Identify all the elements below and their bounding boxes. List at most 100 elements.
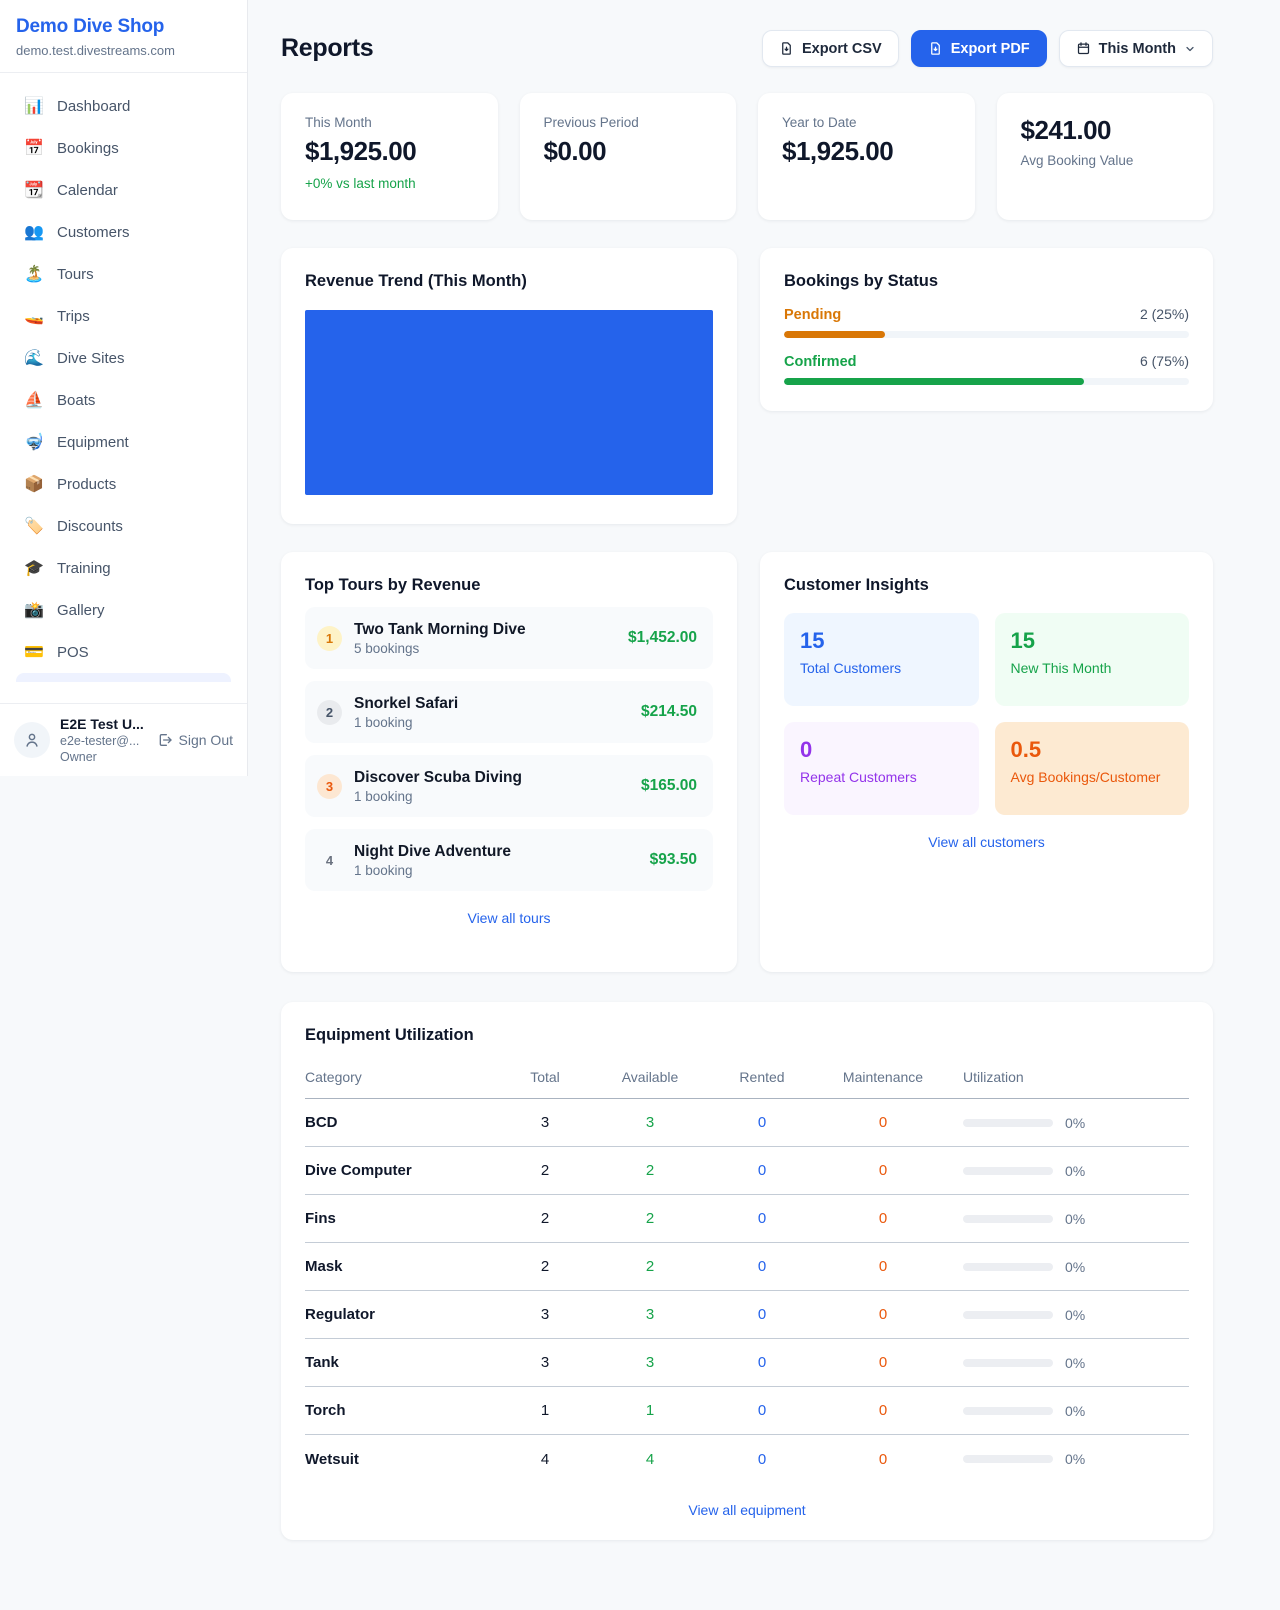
cell-category: Regulator [305,1306,499,1323]
bookings-by-status-title: Bookings by Status [784,272,1189,291]
sidebar-item-reports-partial[interactable] [16,673,231,682]
sidebar-item[interactable]: 🤿 Equipment [8,421,239,463]
sidebar-item[interactable]: 📸 Gallery [8,589,239,631]
equipment-table-header: Category Total Available Rented Maintena… [305,1061,1189,1099]
stat-value: $1,925.00 [782,136,951,167]
status-value: 2 (25%) [1140,306,1189,322]
nav-icon: 📅 [24,138,44,158]
tour-row: 2 Snorkel Safari 1 booking $214.50 [305,681,713,743]
sidebar-item-label: Dive Sites [57,350,125,367]
cell-utilization: 0% [951,1115,1189,1131]
stat-card-previous-period: Previous Period $0.00 [520,93,737,220]
cell-available: 3 [591,1306,709,1323]
cell-rented: 0 [709,1210,815,1227]
utilization-track [963,1311,1053,1319]
view-all-customers-link[interactable]: View all customers [784,834,1189,850]
col-rented: Rented [709,1069,815,1085]
sidebar-item[interactable]: 📅 Bookings [8,127,239,169]
page-header: Reports Export CSV Export PDF [281,30,1213,67]
cell-category: Torch [305,1402,499,1419]
sidebar-item[interactable]: 📦 Products [8,463,239,505]
cell-total: 2 [499,1162,591,1179]
sidebar-item[interactable]: 🏝️ Tours [8,253,239,295]
cell-total: 4 [499,1451,591,1468]
export-pdf-button[interactable]: Export PDF [911,30,1047,67]
status-row: Confirmed 6 (75%) [784,353,1189,385]
header-actions: Export CSV Export PDF This Month [762,30,1213,67]
cell-total: 3 [499,1306,591,1323]
insight-label: Total Customers [800,660,963,676]
cell-maintenance: 0 [815,1258,951,1275]
sidebar-item[interactable]: 🚤 Trips [8,295,239,337]
nav-icon: 📦 [24,474,44,494]
cell-maintenance: 0 [815,1451,951,1468]
revenue-trend-bar [305,310,713,495]
utilization-percent: 0% [1065,1451,1085,1467]
period-dropdown[interactable]: This Month [1059,30,1213,67]
sidebar-item-label: Equipment [57,434,129,451]
utilization-percent: 0% [1065,1403,1085,1419]
utilization-track [963,1407,1053,1415]
nav-icon: 🎓 [24,558,44,578]
sidebar-item[interactable]: ⛵ Boats [8,379,239,421]
tour-amount: $1,452.00 [628,629,697,647]
status-row: Pending 2 (25%) [784,306,1189,338]
stat-delta: +0% vs last month [305,176,474,191]
cell-available: 2 [591,1210,709,1227]
view-all-tours-link[interactable]: View all tours [305,910,713,926]
equipment-row: BCD 3 3 0 0 0% [305,1099,1189,1147]
stat-label: Previous Period [544,115,713,130]
equipment-utilization-title: Equipment Utilization [305,1026,1189,1045]
stat-label: This Month [305,115,474,130]
nav-icon: 📆 [24,180,44,200]
sidebar-user-footer: E2E Test U... e2e-tester@... Owner Sign … [0,703,247,776]
stat-card-year-to-date: Year to Date $1,925.00 [758,93,975,220]
sidebar-item-label: Bookings [57,140,119,157]
sidebar-item[interactable]: 📊 Dashboard [8,85,239,127]
sidebar-item-label: POS [57,644,89,661]
sidebar-item-label: Boats [57,392,95,409]
export-csv-button[interactable]: Export CSV [762,30,899,67]
sidebar-item-label: Tours [57,266,94,283]
view-all-equipment-link[interactable]: View all equipment [305,1502,1189,1518]
insight-tile: 0.5 Avg Bookings/Customer [995,722,1190,815]
cell-total: 3 [499,1354,591,1371]
status-line: Confirmed 6 (75%) [784,353,1189,370]
equipment-row: Torch 1 1 0 0 0% [305,1387,1189,1435]
cell-available: 4 [591,1451,709,1468]
utilization-percent: 0% [1065,1355,1085,1371]
tour-bookings: 1 booking [354,789,629,804]
rank-badge: 4 [317,848,342,873]
file-download-icon [779,41,794,56]
sidebar-item[interactable]: 📆 Calendar [8,169,239,211]
utilization-percent: 0% [1065,1211,1085,1227]
equipment-table: Category Total Available Rented Maintena… [305,1061,1189,1483]
status-progress-track [784,378,1189,385]
utilization-track [963,1119,1053,1127]
sign-out-button[interactable]: Sign Out [157,732,233,748]
sidebar-item[interactable]: 🎓 Training [8,547,239,589]
sidebar-column: Demo Dive Shop demo.test.divestreams.com… [0,0,248,1610]
sidebar-item-label: Products [57,476,116,493]
insight-value: 15 [800,628,963,654]
sidebar-item[interactable]: 👥 Customers [8,211,239,253]
cell-maintenance: 0 [815,1402,951,1419]
equipment-row: Regulator 3 3 0 0 0% [305,1291,1189,1339]
col-utilization: Utilization [951,1069,1189,1085]
cell-maintenance: 0 [815,1114,951,1131]
tour-amount: $93.50 [650,851,697,869]
tour-info: Snorkel Safari 1 booking [354,695,629,730]
cell-category: Wetsuit [305,1451,499,1468]
sidebar-item[interactable]: 🌊 Dive Sites [8,337,239,379]
sign-out-label: Sign Out [179,732,233,748]
sidebar-item[interactable]: 💳 POS [8,631,239,673]
status-line: Pending 2 (25%) [784,306,1189,323]
utilization-percent: 0% [1065,1307,1085,1323]
sidebar-item[interactable]: 🏷️ Discounts [8,505,239,547]
user-icon [23,731,41,749]
tour-name: Discover Scuba Diving [354,769,629,787]
top-tours-card: Top Tours by Revenue 1 Two Tank Morning … [281,552,737,972]
period-label: This Month [1099,41,1176,57]
cell-rented: 0 [709,1354,815,1371]
col-total: Total [499,1069,591,1085]
